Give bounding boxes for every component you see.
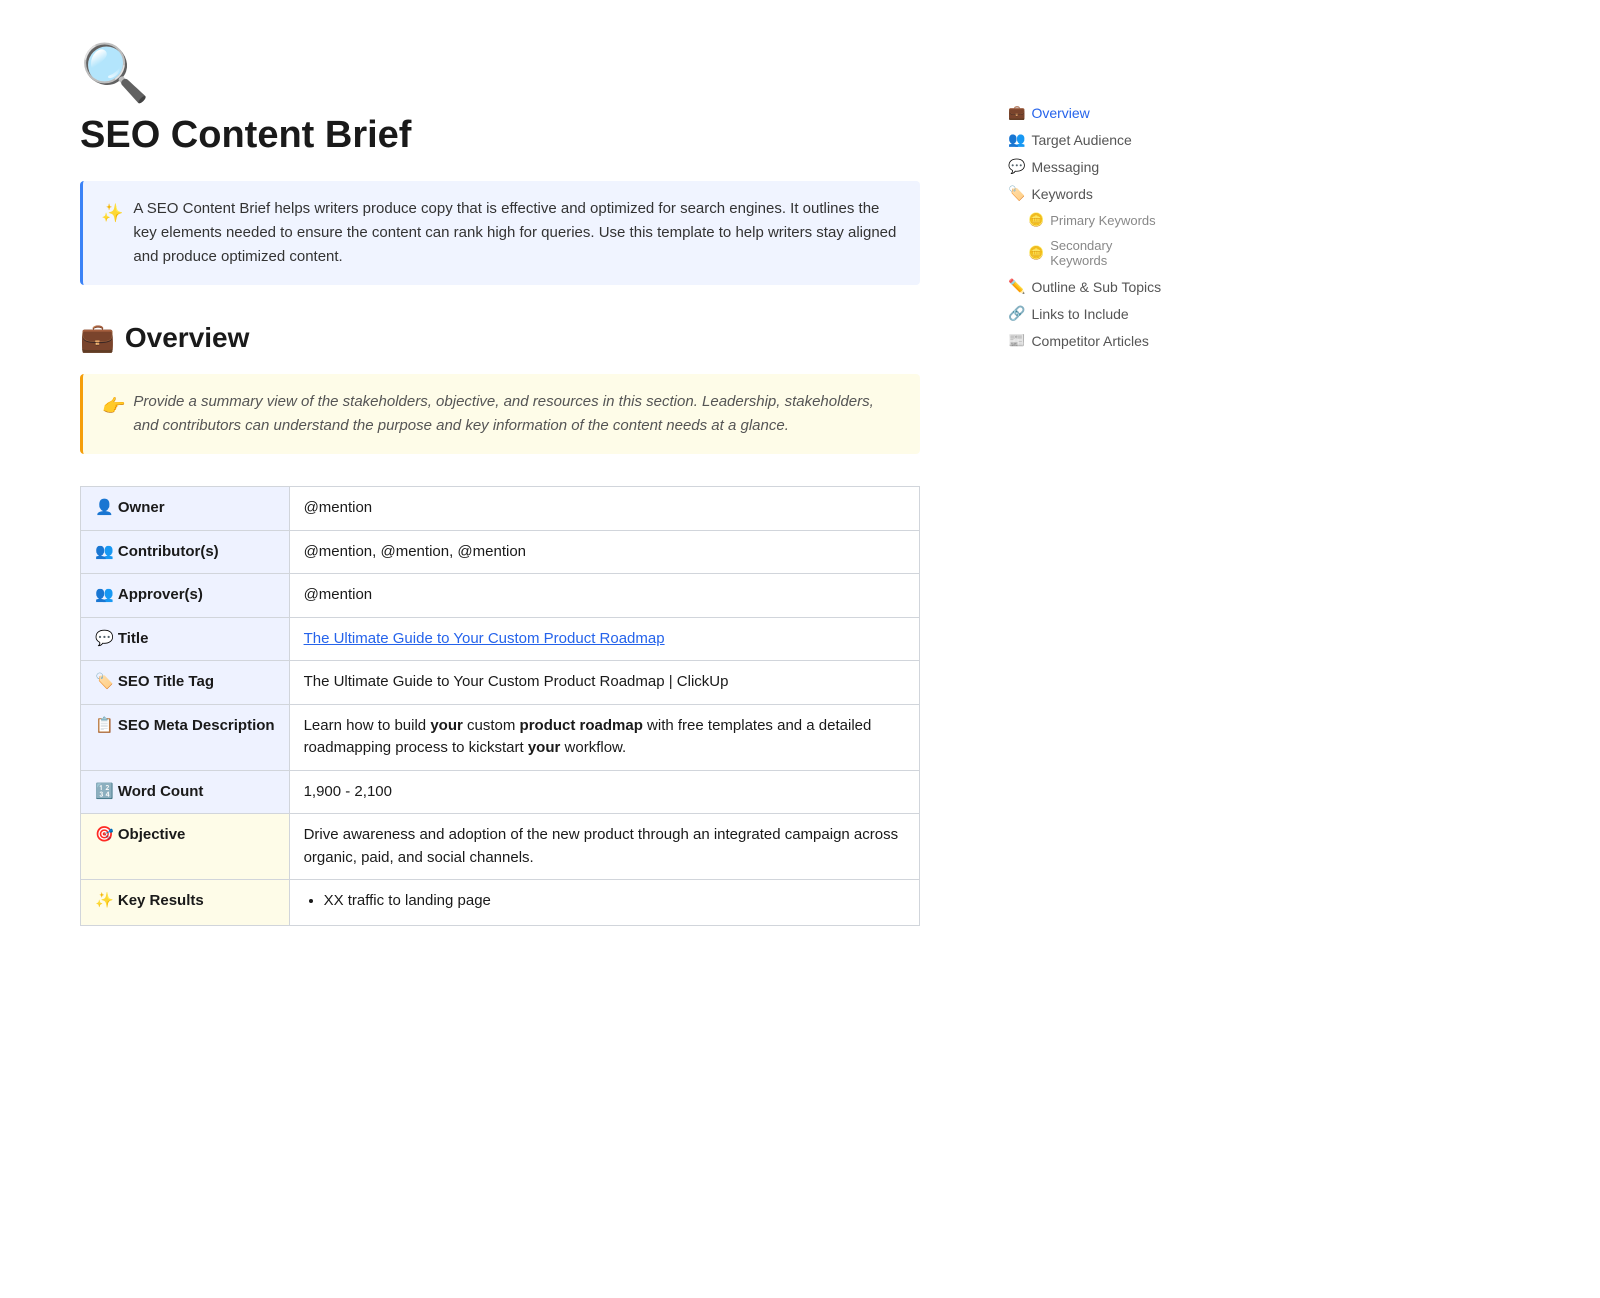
sidebar-item-outline[interactable]: ✏️ Outline & Sub Topics — [1000, 274, 1180, 299]
sidebar-item-messaging[interactable]: 💬 Messaging — [1000, 154, 1180, 179]
row-value: The Ultimate Guide to Your Custom Produc… — [289, 661, 919, 705]
row-label: 🔢 Word Count — [81, 770, 290, 814]
title-link[interactable]: The Ultimate Guide to Your Custom Produc… — [304, 630, 665, 647]
callout-blue-text: A SEO Content Brief helps writers produc… — [133, 197, 902, 269]
table-row: 🎯 Objective Drive awareness and adoption… — [81, 814, 920, 880]
sidebar-item-primary-keywords[interactable]: 🪙 Primary Keywords — [1000, 208, 1180, 232]
overview-title: 💼 Overview — [80, 321, 920, 354]
row-label: 📋 SEO Meta Description — [81, 704, 290, 770]
sidebar-links-label: Links to Include — [1031, 306, 1128, 322]
table-row: 🏷️ SEO Title Tag The Ultimate Guide to Y… — [81, 661, 920, 705]
sidebar-overview-label: Overview — [1031, 105, 1089, 121]
page-icon: 🔍 — [80, 40, 920, 106]
sidebar-target-label: Target Audience — [1031, 132, 1131, 148]
row-value: @mention — [289, 574, 919, 618]
sidebar-competitor-label: Competitor Articles — [1031, 333, 1148, 349]
row-value: XX traffic to landing page — [289, 880, 919, 926]
sidebar-primary-keywords-label: Primary Keywords — [1050, 213, 1155, 228]
row-label: ✨ Key Results — [81, 880, 290, 926]
row-value: @mention — [289, 487, 919, 531]
row-label: 💬 Title — [81, 617, 290, 661]
sidebar-outline-label: Outline & Sub Topics — [1031, 279, 1161, 295]
sidebar-item-competitor[interactable]: 📰 Competitor Articles — [1000, 328, 1180, 353]
row-label: 👤 Owner — [81, 487, 290, 531]
row-label: 🎯 Objective — [81, 814, 290, 880]
sidebar-primary-keywords-icon: 🪙 — [1028, 212, 1044, 228]
overview-callout: 👉 Provide a summary view of the stakehol… — [80, 374, 920, 454]
row-label: 👥 Contributor(s) — [81, 530, 290, 574]
intro-callout: ✨ A SEO Content Brief helps writers prod… — [80, 181, 920, 285]
row-value: Drive awareness and adoption of the new … — [289, 814, 919, 880]
sidebar-item-target-audience[interactable]: 👥 Target Audience — [1000, 127, 1180, 152]
table-row: 👤 Owner @mention — [81, 487, 920, 531]
sidebar-overview-icon: 💼 — [1008, 104, 1025, 121]
sidebar-item-overview[interactable]: 💼 Overview — [1000, 100, 1180, 125]
sidebar-item-secondary-keywords[interactable]: 🪙 Secondary Keywords — [1000, 234, 1180, 272]
sidebar-outline-icon: ✏️ — [1008, 278, 1025, 295]
sidebar: 💼 Overview 👥 Target Audience 💬 Messaging… — [980, 0, 1200, 1298]
table-row: 👥 Contributor(s) @mention, @mention, @me… — [81, 530, 920, 574]
row-value: Learn how to build your custom product r… — [289, 704, 919, 770]
table-row: 🔢 Word Count 1,900 - 2,100 — [81, 770, 920, 814]
sidebar-secondary-keywords-label: Secondary Keywords — [1050, 238, 1172, 268]
row-label: 🏷️ SEO Title Tag — [81, 661, 290, 705]
sidebar-keywords-icon: 🏷️ — [1008, 185, 1025, 202]
overview-title-text: Overview — [125, 322, 250, 354]
sidebar-links-icon: 🔗 — [1008, 305, 1025, 322]
table-row: ✨ Key Results XX traffic to landing page — [81, 880, 920, 926]
sidebar-secondary-keywords-icon: 🪙 — [1028, 245, 1044, 261]
callout-yellow-text: Provide a summary view of the stakeholde… — [133, 390, 902, 438]
sidebar-messaging-icon: 💬 — [1008, 158, 1025, 175]
sidebar-competitor-icon: 📰 — [1008, 332, 1025, 349]
sidebar-item-links[interactable]: 🔗 Links to Include — [1000, 301, 1180, 326]
row-value: 1,900 - 2,100 — [289, 770, 919, 814]
main-content: 🔍 SEO Content Brief ✨ A SEO Content Brie… — [0, 0, 980, 1298]
overview-table: 👤 Owner @mention 👥 Contributor(s) @menti… — [80, 486, 920, 926]
sidebar-item-keywords[interactable]: 🏷️ Keywords — [1000, 181, 1180, 206]
table-row: 📋 SEO Meta Description Learn how to buil… — [81, 704, 920, 770]
table-row: 👥 Approver(s) @mention — [81, 574, 920, 618]
page-title: SEO Content Brief — [80, 114, 920, 157]
callout-yellow-icon: 👉 — [101, 392, 123, 421]
table-row: 💬 Title The Ultimate Guide to Your Custo… — [81, 617, 920, 661]
callout-blue-icon: ✨ — [101, 199, 123, 228]
sidebar-keywords-label: Keywords — [1031, 186, 1092, 202]
sidebar-target-icon: 👥 — [1008, 131, 1025, 148]
row-label: 👥 Approver(s) — [81, 574, 290, 618]
sidebar-messaging-label: Messaging — [1031, 159, 1099, 175]
row-value: @mention, @mention, @mention — [289, 530, 919, 574]
overview-title-icon: 💼 — [80, 321, 115, 354]
row-value[interactable]: The Ultimate Guide to Your Custom Produc… — [289, 617, 919, 661]
